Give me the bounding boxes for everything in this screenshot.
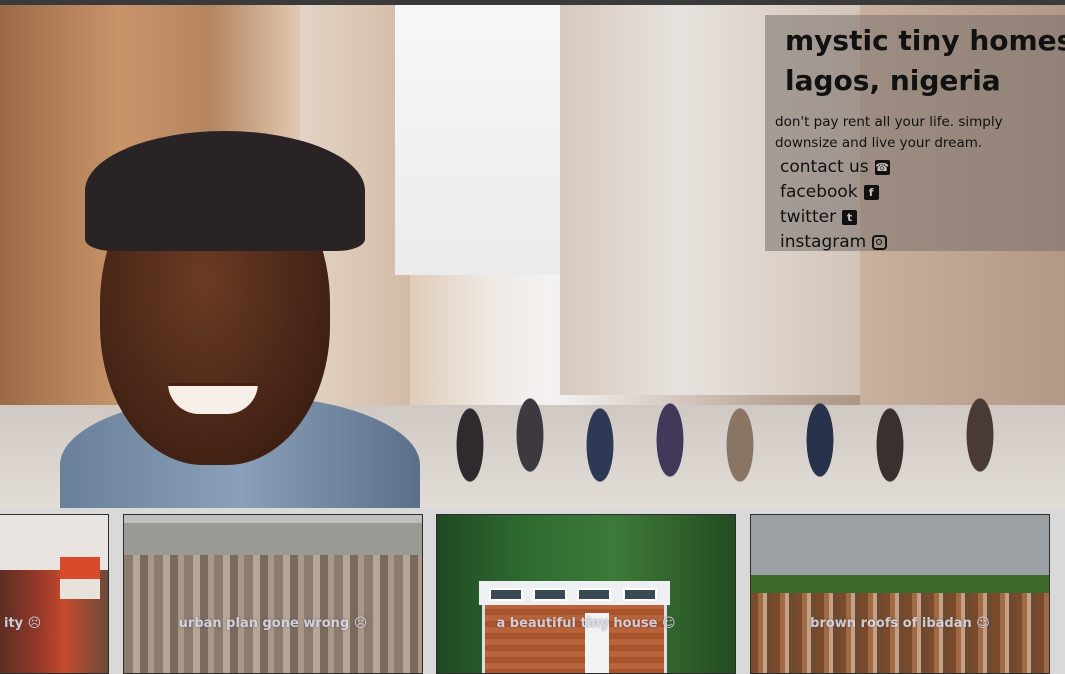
gallery-caption: brown roofs of ibadan ☺	[810, 616, 990, 631]
gallery-item-urban-plan[interactable]: urban plan gone wrong ☹	[123, 514, 423, 674]
social-links: contact us ☎ facebook f twitter t instag…	[780, 155, 890, 255]
hero-person-beanie	[85, 131, 365, 251]
hero-crowd	[440, 355, 1065, 508]
twitter-icon: t	[842, 210, 858, 225]
gallery-ibadan-roofs	[751, 593, 1049, 673]
hero-sky	[395, 5, 585, 275]
gallery-item-city[interactable]: ity ☹	[0, 514, 109, 674]
link-contact-us: contact us ☎	[780, 155, 890, 180]
gallery-caption: urban plan gone wrong ☹	[178, 616, 368, 631]
site-tagline: don't pay rent all your life. simply dow…	[775, 114, 1003, 151]
gallery-item-ibadan[interactable]: brown roofs of ibadan ☺	[750, 514, 1050, 674]
twitter-label: twitter	[780, 207, 837, 227]
facebook-link[interactable]: facebook f	[780, 180, 879, 205]
site-title: mystic tiny homes, lagos, nigeria	[785, 21, 1065, 101]
gallery-city-sign	[60, 557, 100, 579]
facebook-icon: f	[863, 185, 879, 200]
instagram-link[interactable]: instagram	[780, 230, 888, 255]
link-instagram: instagram	[780, 230, 890, 255]
twitter-link[interactable]: twitter t	[780, 205, 858, 230]
site-title-line-1: mystic tiny homes,	[785, 24, 1065, 57]
gallery-house-window	[489, 588, 523, 601]
gallery-house-window	[533, 588, 567, 601]
gallery-caption: a beautiful tiny house ☺	[496, 616, 676, 631]
info-panel: mystic tiny homes, lagos, nigeria don't …	[765, 15, 1065, 252]
gallery-house-window	[623, 588, 657, 601]
link-twitter: twitter t	[780, 205, 890, 230]
contact-us-link[interactable]: contact us ☎	[780, 155, 890, 180]
gallery-item-tiny-house[interactable]: a beautiful tiny house ☺	[436, 514, 736, 674]
gallery-city-sign-2	[60, 579, 100, 599]
site-title-line-2: lagos, nigeria	[785, 64, 1001, 97]
instagram-label: instagram	[780, 232, 867, 252]
contact-icon: ☎	[874, 160, 890, 175]
contact-us-label: contact us	[780, 157, 869, 177]
instagram-icon	[872, 235, 888, 250]
gallery-caption: ity ☹	[4, 616, 42, 631]
gallery-house-window	[577, 588, 611, 601]
link-facebook: facebook f	[780, 180, 890, 205]
facebook-label: facebook	[780, 182, 858, 202]
